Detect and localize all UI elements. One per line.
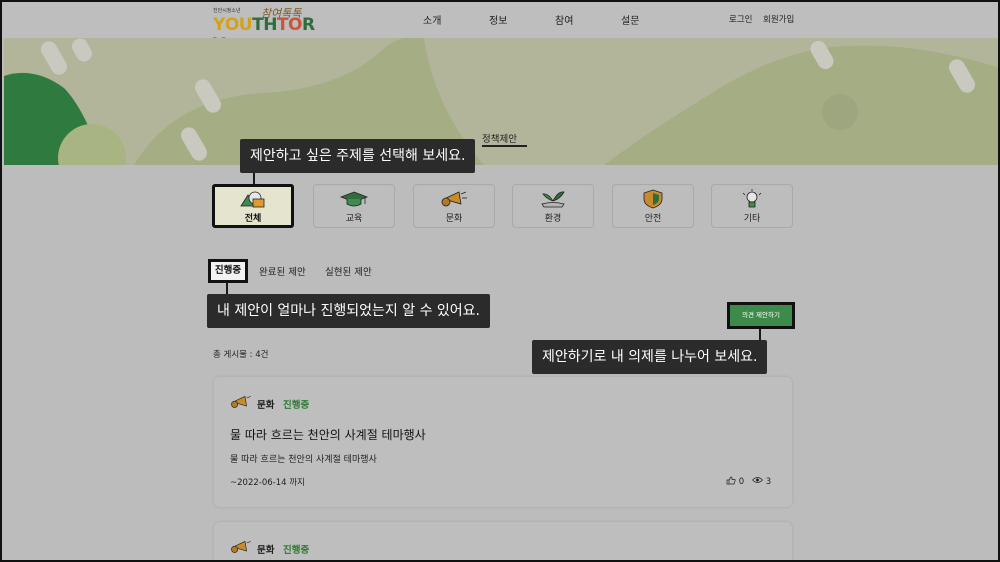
tooltip-category: 제안하고 싶은 주제를 선택해 보세요. bbox=[240, 139, 476, 173]
thumbs-up-icon bbox=[726, 476, 739, 487]
category-label: 전체 bbox=[244, 214, 262, 224]
category-culture[interactable]: 문화 bbox=[413, 184, 495, 228]
tooltip-category-pointer bbox=[253, 173, 255, 184]
post-category: 문화 bbox=[257, 400, 275, 411]
category-education[interactable]: 교육 bbox=[313, 184, 395, 228]
site-logo[interactable]: 천안시청소년 참여톡톡 YOUTHTORY bbox=[213, 7, 323, 55]
post-views-count: 3 bbox=[765, 477, 772, 487]
megaphone-icon bbox=[414, 189, 494, 209]
category-etc[interactable]: 기타 bbox=[711, 184, 793, 228]
post-summary: 물 따라 흐르는 천안의 사계절 테마행사 bbox=[230, 455, 377, 465]
megaphone-icon bbox=[229, 392, 253, 412]
post-deadline: ~2022-06-14 까지 bbox=[230, 478, 305, 488]
logo-letter: H bbox=[263, 15, 277, 35]
hand-plant-icon bbox=[513, 189, 593, 209]
eye-icon bbox=[752, 477, 766, 487]
nav-item-about[interactable]: 소개 bbox=[423, 12, 441, 27]
category-all[interactable]: 전체 bbox=[212, 184, 294, 228]
category-environment[interactable]: 환경 bbox=[512, 184, 594, 228]
category-label: 안전 bbox=[644, 214, 662, 224]
logo-letter: O bbox=[224, 15, 239, 35]
nav-item-info[interactable]: 정보 bbox=[489, 12, 507, 27]
screen-frame: 천안시청소년 참여톡톡 YOUTHTORY 소개 정보 참여 설문 로그인 회원… bbox=[0, 0, 1000, 562]
propose-button[interactable]: 의견 제안하기 bbox=[727, 302, 795, 329]
logo-letter: R bbox=[301, 15, 315, 35]
post-status-badge: 진행중 bbox=[283, 545, 310, 556]
category-label: 교육 bbox=[345, 214, 363, 224]
graduation-cap-icon bbox=[314, 189, 394, 209]
tooltip-propose: 제안하기로 내 의제를 나누어 보세요. bbox=[532, 340, 768, 374]
logo-subtitle: 천안시청소년 bbox=[213, 8, 241, 14]
logo-letter: T bbox=[276, 15, 289, 35]
tab-realized[interactable]: 실현된 제안 bbox=[325, 264, 372, 278]
page-title: 정책제안 bbox=[482, 134, 517, 145]
category-label: 환경 bbox=[544, 214, 562, 224]
post-status-badge: 진행중 bbox=[283, 400, 310, 411]
logo-letter: T bbox=[252, 15, 264, 35]
lightbulb-icon bbox=[712, 189, 792, 209]
shapes-icon bbox=[215, 189, 291, 209]
login-link[interactable]: 로그인 bbox=[729, 13, 752, 25]
post-card[interactable]: 문화 진행중 물 따라 흐르는 천안의 사계절 테마행사 물 따라 흐르는 천안… bbox=[214, 377, 792, 507]
nav-item-survey[interactable]: 설문 bbox=[621, 12, 639, 27]
logo-letter: U bbox=[238, 15, 253, 35]
post-views: 3 bbox=[752, 476, 771, 487]
page-title-underline bbox=[482, 145, 527, 147]
post-title[interactable]: 물 따라 흐르는 천안의 사계절 테마행사 bbox=[230, 426, 426, 443]
signup-link[interactable]: 회원가입 bbox=[763, 13, 794, 25]
tooltip-propose-pointer bbox=[759, 329, 761, 340]
category-label: 문화 bbox=[445, 214, 463, 224]
megaphone-icon bbox=[229, 537, 253, 557]
post-card[interactable]: 문화 진행중 bbox=[214, 522, 792, 560]
nav-item-participate[interactable]: 참여 bbox=[555, 12, 573, 27]
post-likes[interactable]: 0 bbox=[726, 476, 744, 487]
site-header: 천안시청소년 참여톡톡 YOUTHTORY 소개 정보 참여 설문 로그인 회원… bbox=[2, 2, 998, 55]
tab-completed[interactable]: 완료된 제안 bbox=[259, 264, 306, 278]
tab-in-progress[interactable]: 진행중 bbox=[208, 259, 248, 283]
logo-letter: O bbox=[288, 15, 302, 35]
tooltip-progress: 내 제안이 얼마나 진행되었는지 알 수 있어요. bbox=[207, 294, 490, 328]
logo-letter: Y bbox=[213, 15, 225, 35]
category-label: 기타 bbox=[743, 214, 761, 224]
hero-banner: 정책제안 bbox=[4, 38, 998, 165]
category-safety[interactable]: 안전 bbox=[612, 184, 694, 228]
post-category: 문화 bbox=[257, 545, 275, 556]
shield-icon bbox=[613, 189, 693, 209]
post-likes-count: 0 bbox=[738, 477, 745, 487]
post-count: 총 게시물 : 4건 bbox=[213, 350, 269, 360]
